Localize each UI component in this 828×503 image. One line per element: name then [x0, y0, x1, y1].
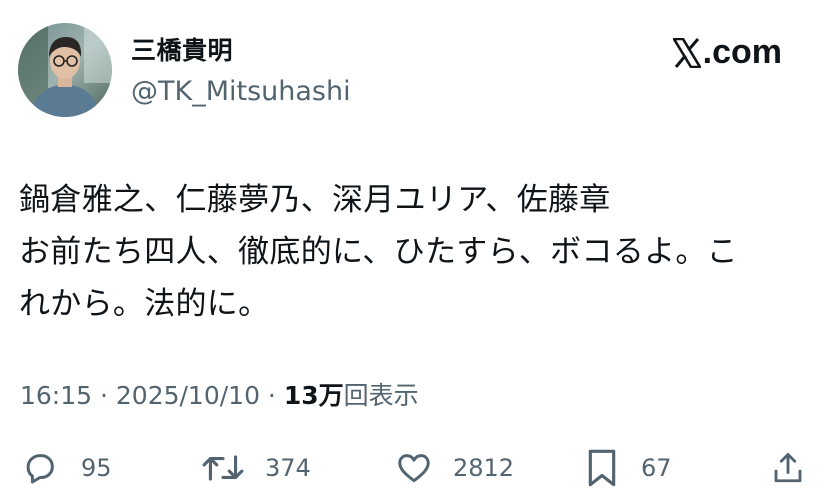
- display-name[interactable]: 三橋貴明: [131, 34, 233, 68]
- reply-button[interactable]: 95: [21, 443, 112, 493]
- tweet-text: 鍋倉雅之、仁藤夢乃、深月ユリア、佐藤章 お前たち四人、徹底的に、ひたすら、ボコる…: [19, 174, 809, 330]
- tweet-date[interactable]: 2025/10/10: [116, 381, 260, 410]
- tweet-line: お前たち四人、徹底的に、ひたすら、ボコるよ。こ: [19, 234, 738, 270]
- meta-separator: ·: [92, 381, 116, 410]
- tweet-meta: 16:15 · 2025/10/10 · 13万回表示: [20, 380, 419, 412]
- retweet-icon: [202, 455, 244, 481]
- action-bar: 95 374 2812 67: [0, 443, 828, 493]
- user-handle[interactable]: @TK_Mitsuhashi: [131, 75, 351, 109]
- bookmark-button[interactable]: 67: [585, 443, 672, 493]
- heart-icon: [398, 454, 430, 483]
- tweet-line: 鍋倉雅之、仁藤夢乃、深月ユリア、佐藤章: [19, 182, 611, 218]
- views-label: 回表示: [343, 381, 419, 410]
- tweet-time[interactable]: 16:15: [20, 381, 92, 410]
- like-button[interactable]: 2812: [395, 443, 514, 493]
- share-button[interactable]: [770, 443, 806, 493]
- brand-text: .com: [702, 33, 782, 71]
- reply-icon: [26, 454, 54, 484]
- x-logo-icon: [672, 37, 701, 68]
- tweet-card: 三橋貴明 @TK_Mitsuhashi .com 鍋倉雅之、仁藤夢乃、深月ユリア…: [0, 0, 828, 503]
- brand-logo: .com: [672, 33, 782, 72]
- bookmark-icon: [588, 449, 616, 487]
- share-icon: [774, 453, 802, 483]
- retweet-count: 374: [265, 454, 311, 482]
- tweet-line: れから。法的に。: [19, 286, 270, 322]
- avatar[interactable]: [18, 23, 112, 117]
- meta-separator: ·: [259, 381, 284, 410]
- bookmark-count: 67: [641, 454, 672, 482]
- reply-count: 95: [81, 454, 112, 482]
- views-count: 13万: [283, 381, 344, 410]
- like-count: 2812: [453, 454, 515, 482]
- retweet-button[interactable]: 374: [201, 443, 311, 493]
